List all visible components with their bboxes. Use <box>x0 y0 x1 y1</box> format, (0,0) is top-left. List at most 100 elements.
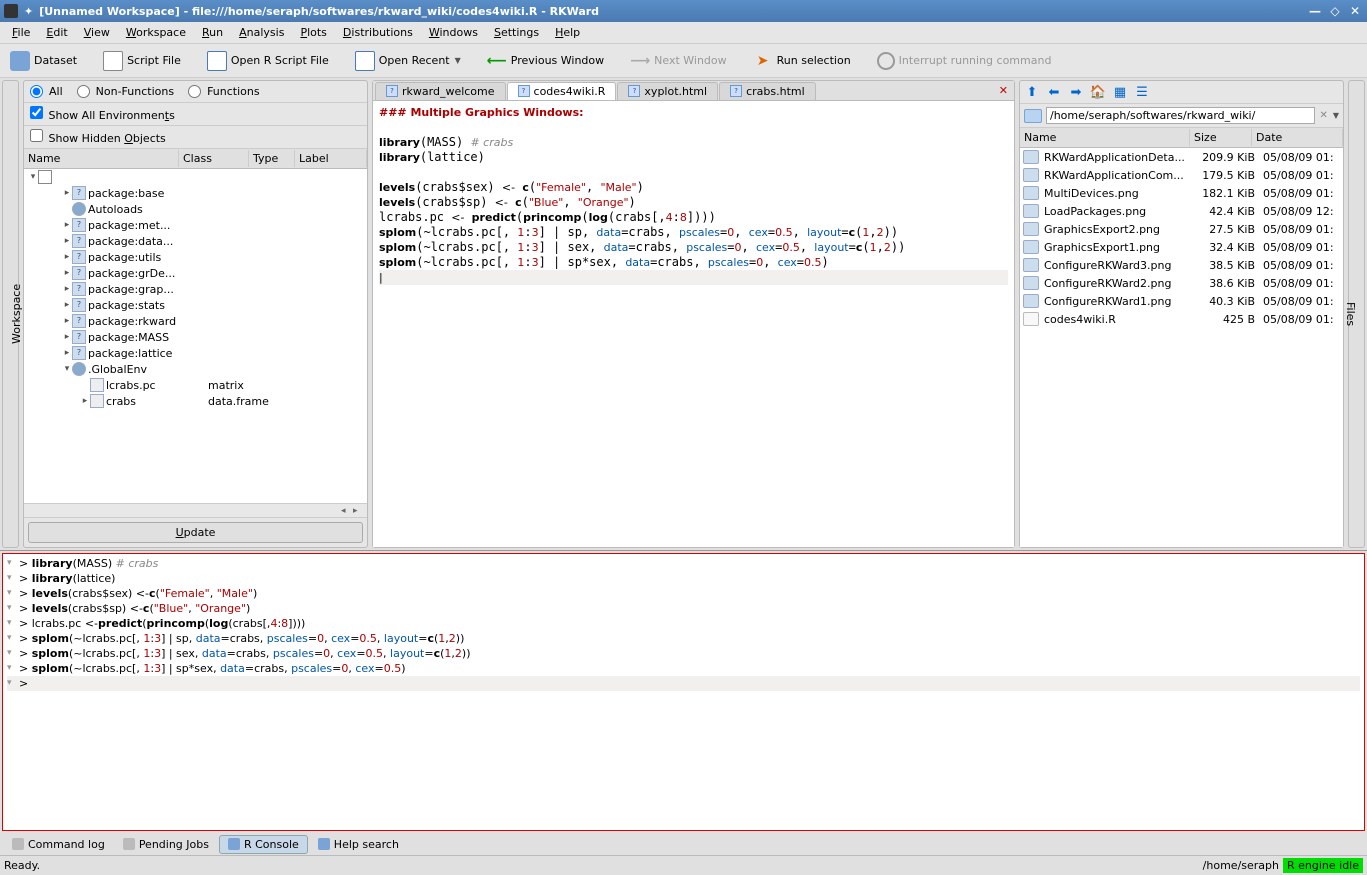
pin-icon[interactable]: ✦ <box>24 5 33 18</box>
document-icon: ? <box>730 85 742 97</box>
tree-row[interactable]: ▸?package:lattice <box>24 345 367 361</box>
tree-row[interactable]: ▸crabsdata.frame <box>24 393 367 409</box>
col-type[interactable]: Type <box>249 150 295 167</box>
menu-help[interactable]: Help <box>547 24 588 41</box>
tree-row[interactable]: ▸?package:utils <box>24 249 367 265</box>
menu-windows[interactable]: Windows <box>421 24 486 41</box>
radio-functions[interactable]: Functions <box>188 85 260 98</box>
tb-recent[interactable]: Open Recent▼ <box>349 49 467 73</box>
fcol-date[interactable]: Date <box>1252 129 1343 146</box>
nav-forward-icon[interactable]: ➡ <box>1068 84 1084 100</box>
file-row[interactable]: ConfigureRKWard2.png38.6 KiB05/08/09 01: <box>1020 274 1343 292</box>
nav-back-icon[interactable]: ⬅ <box>1046 84 1062 100</box>
window-title: [Unnamed Workspace] - file:///home/serap… <box>39 5 1303 18</box>
tree-row[interactable]: ▸?package:data... <box>24 233 367 249</box>
menu-analysis[interactable]: Analysis <box>231 24 292 41</box>
tree-row[interactable]: ▸?package:base <box>24 185 367 201</box>
menu-view[interactable]: View <box>76 24 118 41</box>
clear-path-icon[interactable]: ✕ <box>1319 110 1327 121</box>
menu-settings[interactable]: Settings <box>486 24 547 41</box>
bottom-tab[interactable]: Command log <box>4 836 113 853</box>
tb-script[interactable]: Script File <box>97 49 187 73</box>
tree-row[interactable]: ▸?package:grDe... <box>24 265 367 281</box>
col-label[interactable]: Label <box>295 150 367 167</box>
menu-file[interactable]: File <box>4 24 38 41</box>
tb-interrupt: Interrupt running command <box>871 50 1058 72</box>
col-class[interactable]: Class <box>179 150 249 167</box>
menu-run[interactable]: Run <box>194 24 231 41</box>
tree-row[interactable]: ▸?package:grap... <box>24 281 367 297</box>
scriptfile-icon <box>103 51 123 71</box>
r-console[interactable]: ▾> library(MASS) # crabs▾> library(latti… <box>2 553 1365 831</box>
editor-body[interactable]: ### Multiple Graphics Windows: library(M… <box>373 101 1014 547</box>
nav-view-short-icon[interactable]: ▦ <box>1112 84 1128 100</box>
file-row[interactable]: codes4wiki.R425 B05/08/09 01: <box>1020 310 1343 328</box>
nav-up-icon[interactable]: ⬆ <box>1024 84 1040 100</box>
minimize-button[interactable]: — <box>1307 3 1323 19</box>
workspace-panel: All Non-Functions Functions Show All Env… <box>23 80 368 548</box>
file-row[interactable]: RKWardApplicationCom...179.5 KiB05/08/09… <box>1020 166 1343 184</box>
file-list[interactable]: RKWardApplicationDeta...209.9 KiB05/08/0… <box>1020 148 1343 547</box>
close-tab-icon[interactable]: ✕ <box>993 84 1014 97</box>
tree-row[interactable]: ▸?package:rkward <box>24 313 367 329</box>
document-icon: ? <box>386 85 398 97</box>
chevron-down-icon: ▼ <box>455 56 461 65</box>
check-show-all-env[interactable]: Show All Environments <box>30 106 175 122</box>
toolbar: Dataset Script File Open R Script File O… <box>0 44 1367 78</box>
file-row[interactable]: RKWardApplicationDeta...209.9 KiB05/08/0… <box>1020 148 1343 166</box>
col-name[interactable]: Name <box>24 150 179 167</box>
tree-row[interactable]: ▾.GlobalEnv <box>24 361 367 377</box>
statusbar: Ready. /home/seraph R engine idle <box>0 855 1367 875</box>
tree-row[interactable]: ▸?package:met... <box>24 217 367 233</box>
path-input[interactable] <box>1046 107 1315 124</box>
bottom-tab[interactable]: Help search <box>310 836 407 853</box>
dataset-icon <box>10 51 30 71</box>
sidebar-tab-files[interactable]: Files <box>1348 80 1365 548</box>
tb-run[interactable]: ➤Run selection <box>747 49 857 73</box>
file-row[interactable]: GraphicsExport1.png32.4 KiB05/08/09 01: <box>1020 238 1343 256</box>
editor-tab[interactable]: ?crabs.html <box>719 82 816 100</box>
radio-nonfunctions[interactable]: Non-Functions <box>77 85 174 98</box>
file-row[interactable]: MultiDevices.png182.1 KiB05/08/09 01: <box>1020 184 1343 202</box>
file-row[interactable]: LoadPackages.png42.4 KiB05/08/09 12: <box>1020 202 1343 220</box>
status-path: /home/seraph <box>1203 859 1279 872</box>
bottom-tab[interactable]: Pending Jobs <box>115 836 217 853</box>
bottom-tab[interactable]: R Console <box>219 835 308 854</box>
workspace-hscroll[interactable]: ◂▸ <box>24 503 367 517</box>
menu-workspace[interactable]: Workspace <box>118 24 194 41</box>
sidebar-tab-workspace[interactable]: Workspace <box>2 80 19 548</box>
editor-tab[interactable]: ?codes4wiki.R <box>507 82 617 100</box>
tb-open[interactable]: Open R Script File <box>201 49 335 73</box>
maximize-button[interactable]: ◇ <box>1327 3 1343 19</box>
tree-row[interactable]: lcrabs.pcmatrix <box>24 377 367 393</box>
tree-row[interactable]: ▸?package:stats <box>24 297 367 313</box>
bottom-tab-bar: Command logPending JobsR ConsoleHelp sea… <box>0 833 1367 855</box>
file-row[interactable]: ConfigureRKWard3.png38.5 KiB05/08/09 01: <box>1020 256 1343 274</box>
menu-plots[interactable]: Plots <box>292 24 334 41</box>
editor-tab[interactable]: ?xyplot.html <box>617 82 718 100</box>
menu-distributions[interactable]: Distributions <box>335 24 421 41</box>
check-show-hidden[interactable]: Show Hidden Objects <box>30 129 166 145</box>
arrow-left-icon: ⟵ <box>487 51 507 71</box>
file-row[interactable]: ConfigureRKWard1.png40.3 KiB05/08/09 01: <box>1020 292 1343 310</box>
fcol-size[interactable]: Size <box>1190 129 1252 146</box>
tree-row[interactable]: ▸?package:MASS <box>24 329 367 345</box>
document-icon: ? <box>518 85 530 97</box>
editor-tab[interactable]: ?rkward_welcome <box>375 82 506 100</box>
update-button[interactable]: Update <box>28 522 363 543</box>
nav-home-icon[interactable]: 🏠 <box>1090 84 1106 100</box>
radio-all[interactable]: All <box>30 85 63 98</box>
menubar: File Edit View Workspace Run Analysis Pl… <box>0 22 1367 44</box>
fcol-name[interactable]: Name <box>1020 129 1190 146</box>
menu-edit[interactable]: Edit <box>38 24 75 41</box>
tab-icon <box>123 838 135 850</box>
path-dropdown-icon[interactable]: ▼ <box>1333 111 1339 120</box>
nav-view-detail-icon[interactable]: ☰ <box>1134 84 1150 100</box>
close-button[interactable]: ✕ <box>1347 3 1363 19</box>
tb-next: ⟶Next Window <box>624 49 733 73</box>
workspace-tree[interactable]: ▾▸?package:baseAutoloads▸?package:met...… <box>24 169 367 503</box>
tb-prev[interactable]: ⟵Previous Window <box>481 49 610 73</box>
tree-row[interactable]: Autoloads <box>24 201 367 217</box>
file-row[interactable]: GraphicsExport2.png27.5 KiB05/08/09 01: <box>1020 220 1343 238</box>
tb-dataset[interactable]: Dataset <box>4 49 83 73</box>
